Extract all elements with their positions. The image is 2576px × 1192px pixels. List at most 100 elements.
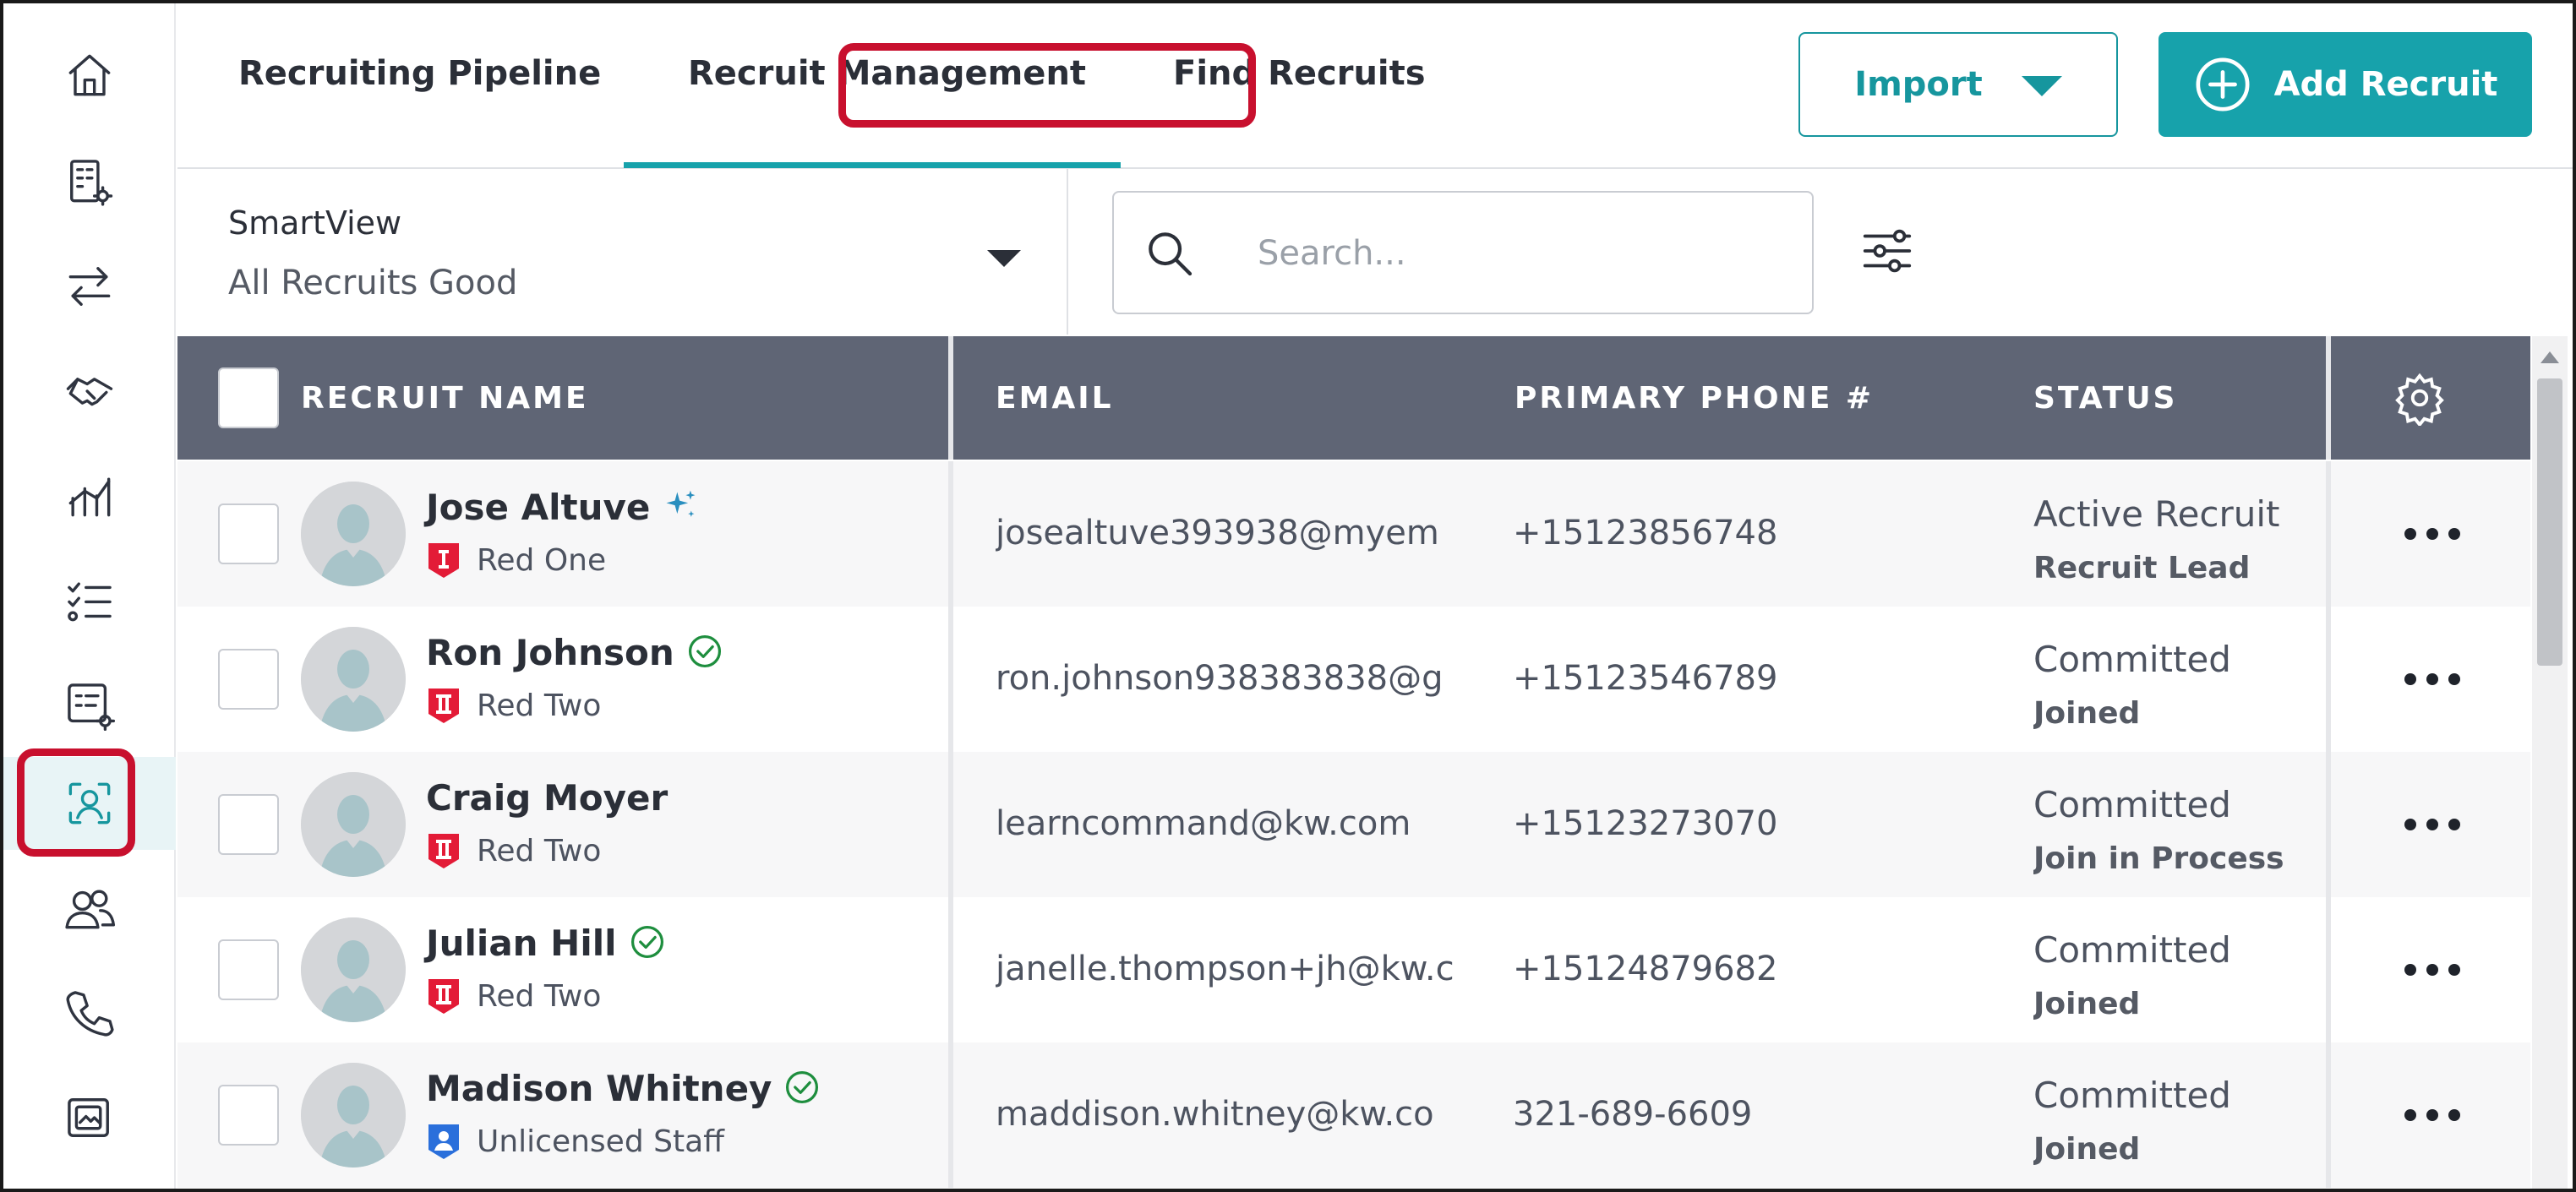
- verified-check-icon: [783, 1069, 821, 1109]
- team-name: Unlicensed Staff: [477, 1124, 724, 1159]
- sliders-icon: [1863, 229, 1912, 273]
- recruit-name[interactable]: Craig Moyer: [426, 777, 668, 819]
- team-icon: [65, 890, 116, 929]
- recruit-name-line: Madison Whitney: [426, 1068, 821, 1109]
- nav-tasks[interactable]: [3, 554, 176, 647]
- scrollbar-thumb[interactable]: [2537, 378, 2562, 666]
- substatus-cell: Join in Process: [2033, 841, 2284, 876]
- filter-settings-button[interactable]: [1858, 221, 1917, 280]
- nav-deals[interactable]: [3, 345, 176, 438]
- smartview-label: SmartView: [228, 204, 402, 242]
- row-more-actions-icon[interactable]: [2385, 1095, 2480, 1135]
- table-settings-button[interactable]: [2392, 336, 2448, 460]
- table-row[interactable]: Madison Whitney Unlicensed Staff maddison.…: [177, 1042, 2530, 1188]
- avatar: [301, 1063, 406, 1168]
- verified-check-icon: [686, 633, 723, 673]
- verified-check-icon: [629, 923, 666, 964]
- unlicensed-staff-badge-icon: [426, 1122, 461, 1161]
- nav-home[interactable]: [3, 29, 176, 122]
- table-row[interactable]: Julian Hill Red Two janelle.thompson+jh@kw…: [177, 897, 2530, 1042]
- phone-cell: +15123546789: [1513, 659, 1778, 698]
- scroll-up-arrow-icon[interactable]: [2541, 351, 2559, 363]
- nav-forms[interactable]: [3, 659, 176, 752]
- select-all-checkbox[interactable]: [218, 367, 279, 428]
- row-checkbox[interactable]: [218, 1085, 279, 1146]
- search-icon: [1149, 232, 1192, 276]
- column-recruit-name[interactable]: RECRUIT NAME: [301, 336, 589, 460]
- row-checkbox[interactable]: [218, 503, 279, 564]
- status-cell: Committed: [2033, 929, 2231, 971]
- table-row[interactable]: Craig Moyer Red Two learncommand@kw.com +15…: [177, 752, 2530, 897]
- add-recruit-button[interactable]: Add Recruit: [2158, 32, 2532, 137]
- team-line: Red Two: [426, 977, 601, 1015]
- email-cell: ron.johnson938383838@g: [996, 659, 1444, 698]
- recruit-name[interactable]: Jose Altuve: [426, 487, 650, 528]
- column-email[interactable]: EMAIL: [996, 336, 1114, 460]
- email-cell: learncommand@kw.com: [996, 804, 1411, 843]
- team-name: Red One: [477, 542, 607, 578]
- table-header: RECRUIT NAME EMAIL PRIMARY PHONE # STATU…: [177, 336, 2530, 460]
- status-cell: Committed: [2033, 784, 2231, 825]
- team-line: Red One: [426, 541, 606, 580]
- nav-calls[interactable]: [3, 966, 176, 1059]
- home-icon: [68, 54, 111, 96]
- import-label: Import: [1854, 65, 1983, 104]
- smartview-dropdown[interactable]: SmartView All Recruits Good: [177, 169, 1068, 335]
- nav-analytics[interactable]: [3, 449, 176, 542]
- nav-office-settings[interactable]: [3, 135, 176, 228]
- tab-highlight-box: [838, 43, 1256, 128]
- row-more-actions-icon[interactable]: [2385, 659, 2480, 699]
- column-divider: [948, 607, 953, 752]
- analytics-icon: [68, 477, 111, 517]
- caret-down-icon: [2021, 76, 2062, 96]
- team-name: Red Two: [477, 688, 602, 723]
- column-divider: [948, 1042, 953, 1188]
- caret-down-icon: [987, 250, 1021, 267]
- phone-icon: [66, 991, 114, 1037]
- table-row[interactable]: Ron Johnson Red Two ron.johnson938383838@g…: [177, 607, 2530, 752]
- phone-cell: +15123856748: [1513, 514, 1778, 552]
- status-cell: Committed: [2033, 1075, 2231, 1116]
- row-checkbox[interactable]: [218, 939, 279, 1000]
- avatar: [301, 627, 406, 732]
- nav-team[interactable]: [3, 862, 176, 955]
- transfer-arrows-icon: [68, 267, 111, 306]
- red-one-badge-icon: [426, 541, 461, 580]
- form-settings-icon: [68, 683, 116, 732]
- row-more-actions-icon[interactable]: [2385, 950, 2480, 990]
- column-primary-phone[interactable]: PRIMARY PHONE #: [1514, 336, 1874, 460]
- column-divider: [2326, 1042, 2331, 1188]
- column-divider: [948, 897, 953, 1042]
- column-resize-handle[interactable]: [948, 336, 953, 460]
- row-checkbox[interactable]: [218, 794, 279, 855]
- substatus-cell: Recruit Lead: [2033, 551, 2251, 585]
- recruit-name-line: Craig Moyer: [426, 777, 668, 819]
- team-name: Red Two: [477, 833, 602, 868]
- row-more-actions-icon[interactable]: [2385, 804, 2480, 845]
- column-divider: [948, 752, 953, 897]
- building-settings-icon: [70, 160, 113, 206]
- nav-gallery[interactable]: [3, 1071, 176, 1164]
- recruit-name[interactable]: Madison Whitney: [426, 1068, 772, 1109]
- recruit-name[interactable]: Ron Johnson: [426, 632, 674, 673]
- red-two-badge-icon: [426, 977, 461, 1015]
- column-status[interactable]: STATUS: [2033, 336, 2177, 460]
- checklist-icon: [68, 582, 112, 622]
- column-divider: [2326, 607, 2331, 752]
- recruit-name[interactable]: Julian Hill: [426, 923, 617, 964]
- row-more-actions-icon[interactable]: [2385, 514, 2480, 554]
- recruit-name-line: Julian Hill: [426, 923, 666, 964]
- row-checkbox[interactable]: [218, 649, 279, 710]
- nav-transactions[interactable]: [3, 240, 176, 333]
- left-nav-rail: [3, 3, 176, 1189]
- phone-cell: +15123273070: [1513, 804, 1778, 843]
- import-button[interactable]: Import: [1798, 32, 2118, 137]
- phone-cell: +15124879682: [1513, 950, 1778, 988]
- smartview-value: All Recruits Good: [228, 264, 518, 302]
- table-row[interactable]: Jose Altuve Red One josealtuve393938@myem +…: [177, 461, 2530, 607]
- column-divider: [2326, 752, 2331, 897]
- team-line: Red Two: [426, 686, 601, 725]
- tab-recruiting-pipeline[interactable]: Recruiting Pipeline: [238, 54, 601, 93]
- search-input[interactable]: [1258, 226, 1782, 280]
- substatus-cell: Joined: [2033, 696, 2141, 731]
